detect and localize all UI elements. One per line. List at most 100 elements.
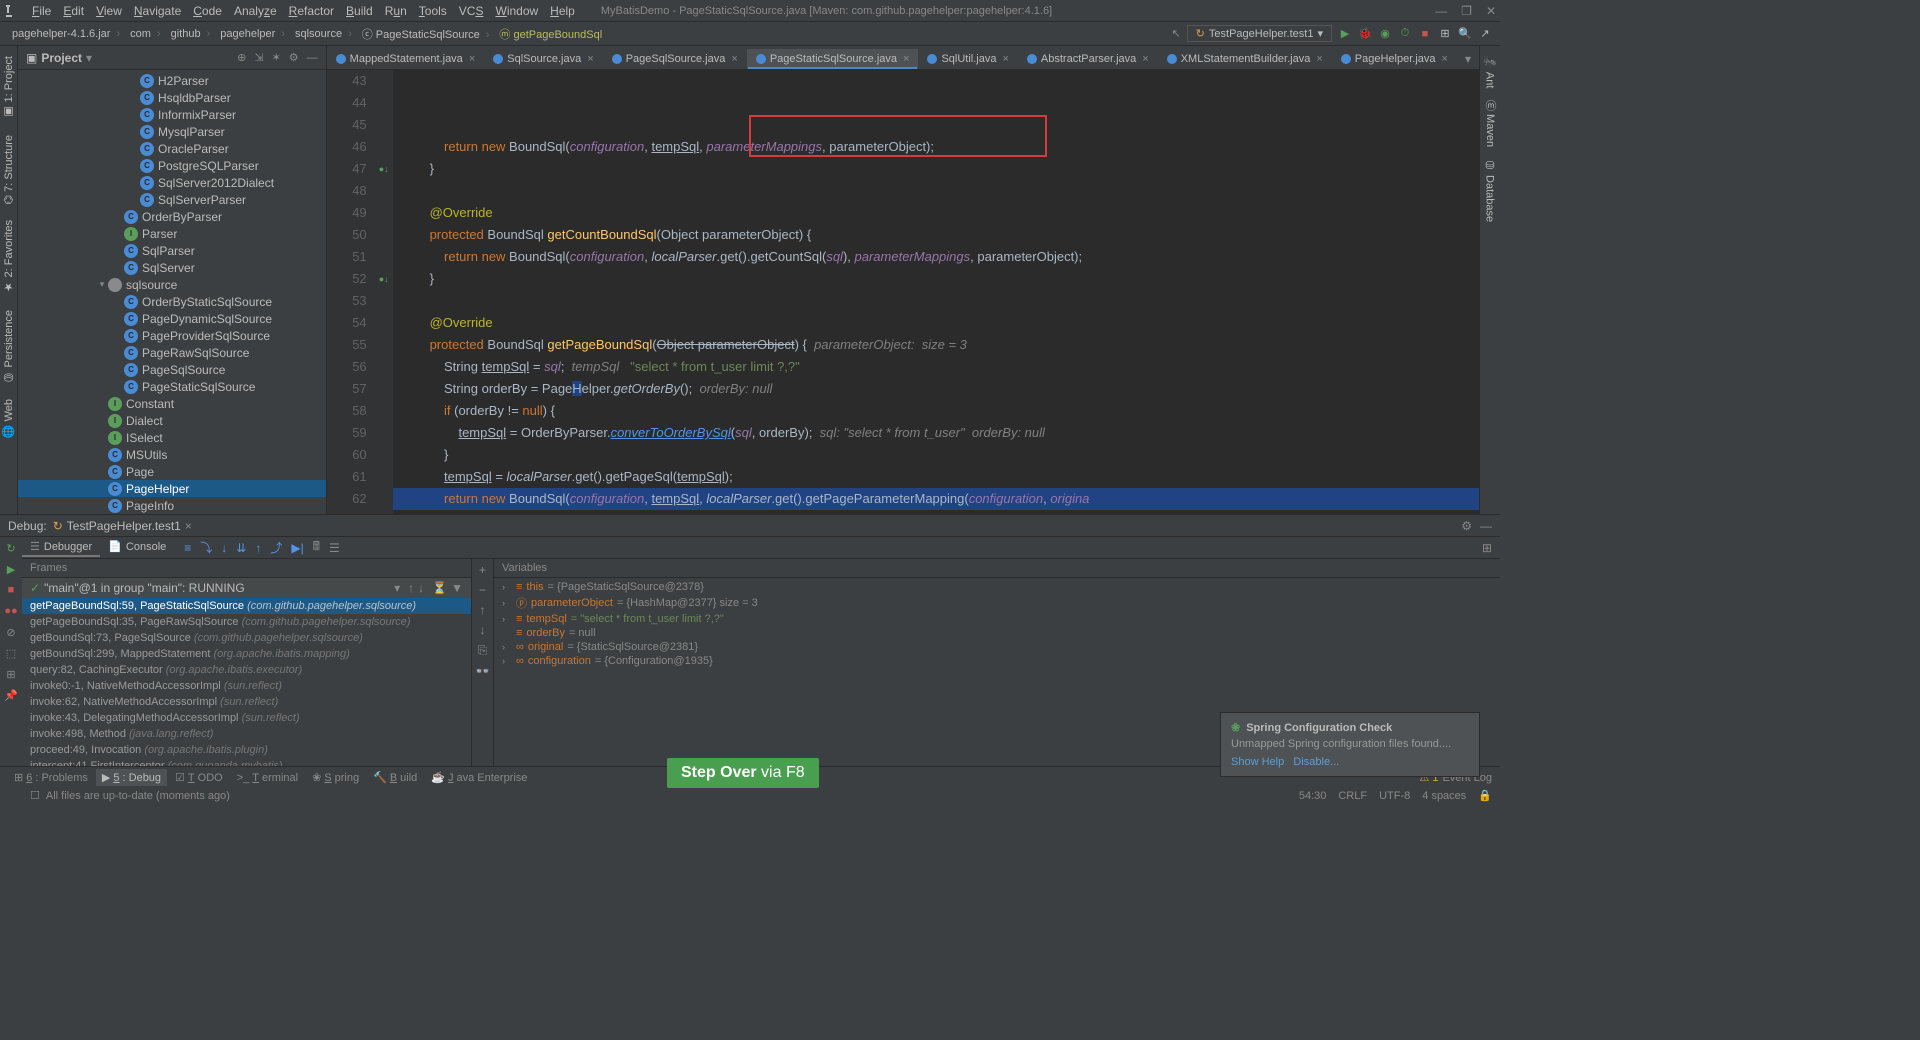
menu-file[interactable]: File [26,4,57,18]
database-tool-tab[interactable]: ⛁ Database [1482,153,1499,228]
tabs-dropdown-icon[interactable]: ▾ [1457,49,1479,69]
frame-row[interactable]: getPageBoundSql:35, PageRawSqlSource (co… [22,614,471,630]
tree-node-pagedynamicsqlsource[interactable]: CPageDynamicSqlSource [18,310,326,327]
watch-up-icon[interactable]: ↑ [480,603,486,617]
tree-node-sqlsource[interactable]: ▾sqlsource [18,276,326,293]
show-help-link[interactable]: Show Help [1231,756,1284,768]
frames-list[interactable]: getPageBoundSql:59, PageStaticSqlSource … [22,598,471,766]
var-row[interactable]: ›ⓟ parameterObject = {HashMap@2377} size… [498,594,1496,612]
tree-node-sqlserver2012dialect[interactable]: CSqlServer2012Dialect [18,174,326,191]
menu-analyze[interactable]: Analyze [228,4,283,18]
project-dropdown-icon[interactable]: ▣ [26,51,37,65]
tab-mappedstatement[interactable]: MappedStatement.java× [327,49,485,69]
crumb-sqlsource[interactable]: sqlsource [291,28,358,40]
show-exec-icon[interactable]: ≡ [184,541,191,555]
persistence-tool-tab[interactable]: ⛁ Persistence [0,304,17,390]
menu-edit[interactable]: Edit [57,4,90,18]
search-icon[interactable]: 🔍 [1458,27,1472,40]
crumb-pagehelper[interactable]: pagehelper [216,28,291,40]
tab-abstractparser[interactable]: AbstractParser.java× [1018,49,1158,69]
nav-back-icon[interactable]: ↖ [1171,27,1180,40]
tree-node-oracleparser[interactable]: COracleParser [18,140,326,157]
status-tab-terminal[interactable]: >_ Terminal [231,769,304,786]
menu-navigate[interactable]: Navigate [128,4,187,18]
maven-tool-tab[interactable]: ⓜ Maven [1480,94,1500,153]
status-tab-problems[interactable]: ⊞ 6: Problems [8,769,94,786]
tree-node-pagesqlsource[interactable]: CPageSqlSource [18,361,326,378]
restore-layout-icon[interactable]: ⊞ [1482,541,1492,555]
run-config-selector[interactable]: ↻TestPageHelper.test1 ▾ [1187,25,1332,42]
frame-row[interactable]: proceed:49, Invocation (org.apache.ibati… [22,742,471,758]
frame-row[interactable]: invoke:43, DelegatingMethodAccessorImpl … [22,710,471,726]
force-step-icon[interactable]: ⇊ [236,541,246,555]
maximize-icon[interactable]: ❐ [1461,4,1472,18]
chevron-down-icon[interactable]: ▾ [86,51,92,65]
indent-info[interactable]: 4 spaces [1422,790,1466,802]
var-row[interactable]: ›∞ original = {StaticSqlSource@2381} [498,640,1496,654]
expand-icon[interactable]: ⇲ [254,51,263,64]
code-area[interactable]: return new BoundSql(configuration, tempS… [393,70,1479,514]
notification-balloon[interactable]: ❀ Spring Configuration Check Unmapped Sp… [1220,712,1480,777]
line-separator[interactable]: CRLF [1338,790,1367,802]
step-into-icon[interactable]: ↓ [221,541,227,555]
tree-node-constant[interactable]: IConstant [18,395,326,412]
tab-pagesqlsource[interactable]: PageSqlSource.java× [603,49,747,69]
frame-row[interactable]: getPageBoundSql:59, PageStaticSqlSource … [22,598,471,614]
get-thread-icon[interactable]: ⬚ [4,646,18,660]
tree-node-orderbystaticsqlsource[interactable]: COrderByStaticSqlSource [18,293,326,310]
var-row[interactable]: ›∞ configuration = {Configuration@1935} [498,654,1496,668]
tree-node-hsqldbparser[interactable]: CHsqldbParser [18,89,326,106]
tree-node-sqlserverparser[interactable]: CSqlServerParser [18,191,326,208]
step-over-icon[interactable]: ⤵ [200,539,212,556]
tree-node-h2parser[interactable]: CH2Parser [18,72,326,89]
debugger-tab[interactable]: ☰ Debugger [22,538,100,557]
settings-icon[interactable]: ↗ [1478,27,1492,40]
debug-hide-icon[interactable]: — [1480,519,1492,533]
pin-icon[interactable]: 📌 [4,688,18,702]
tree-node-orderbyparser[interactable]: COrderByParser [18,208,326,225]
crumb-class[interactable]: ⓒ PageStaticSqlSource [358,26,496,42]
watch-down-icon[interactable]: ↓ [480,623,486,637]
crumb-method[interactable]: ⓜ getPageBoundSql [495,26,606,42]
debug-icon[interactable]: 🐞 [1358,27,1372,40]
menu-vcs[interactable]: VCS [453,4,490,18]
status-tab-spring[interactable]: ❀ Spring [306,769,365,786]
settings-icon[interactable]: ⚙ [289,51,299,64]
menu-code[interactable]: Code [187,4,228,18]
tree-node-dialect[interactable]: IDialect [18,412,326,429]
project-title[interactable]: Project [41,51,82,65]
menu-build[interactable]: Build [340,4,379,18]
status-tab-debug[interactable]: ▶ 5: Debug [96,769,167,786]
crumb-jar[interactable]: pagehelper-4.1.6.jar [8,28,126,40]
favorites-tool-tab[interactable]: ★ 2: Favorites [0,214,17,300]
tab-xmlstatementbuilder[interactable]: XMLStatementBuilder.java× [1158,49,1332,69]
select-opened-icon[interactable]: ⊕ [237,51,246,64]
var-row[interactable]: ≡ orderBy = null [498,626,1496,640]
web-tool-tab[interactable]: 🌐 Web [0,393,17,444]
structure-tool-tab[interactable]: ⌬ 7: Structure [0,129,17,211]
menu-view[interactable]: View [90,4,128,18]
coverage-icon[interactable]: ◉ [1378,27,1392,40]
layout-icon[interactable]: ⊞ [1438,27,1452,40]
menu-run[interactable]: Run [379,4,413,18]
tree-node-pagehelper[interactable]: CPageHelper [18,480,326,497]
debug-settings-icon[interactable]: ⚙ [1461,519,1472,533]
menu-help[interactable]: Help [544,4,581,18]
crumb-github[interactable]: github [167,28,217,40]
rerun-icon[interactable]: ↻ [4,541,18,555]
tree-node-sqlserver[interactable]: CSqlServer [18,259,326,276]
stop-icon[interactable]: ■ [4,583,18,597]
debug-session-tab[interactable]: ↻TestPageHelper.test1 × [53,519,192,533]
file-encoding[interactable]: UTF-8 [1379,790,1410,802]
close-icon[interactable]: ✕ [1486,4,1496,18]
tree-node-postgresqlparser[interactable]: CPostgreSQLParser [18,157,326,174]
status-tab-build[interactable]: 🔨 Build [367,769,423,786]
run-to-cursor-icon[interactable]: ▶| [291,541,303,555]
status-tab-javaenterprise[interactable]: ☕ Java Enterprise [425,769,533,786]
minimize-icon[interactable]: — [1435,4,1447,18]
tree-node-pagerawsqlsource[interactable]: CPageRawSqlSource [18,344,326,361]
frame-row[interactable]: query:82, CachingExecutor (org.apache.ib… [22,662,471,678]
menu-tools[interactable]: Tools [413,4,453,18]
frame-row[interactable]: invoke:62, NativeMethodAccessorImpl (sun… [22,694,471,710]
tree-node-page[interactable]: CPage [18,463,326,480]
